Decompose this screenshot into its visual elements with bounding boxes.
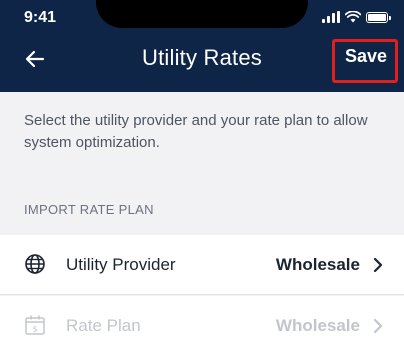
chevron-right-icon [373, 257, 383, 273]
svg-text:$: $ [32, 325, 37, 334]
signal-icon [322, 11, 340, 23]
section-label: IMPORT RATE PLAN [24, 202, 154, 217]
utility-provider-label: Utility Provider [66, 254, 176, 274]
utility-provider-value: Wholesale [275, 254, 360, 274]
utility-provider-row[interactable]: Utility Provider Wholesale [0, 235, 404, 295]
app-header: 9:41 Utility Rates Save [0, 0, 404, 92]
calendar-dollar-icon: $ [25, 315, 45, 335]
chevron-right-icon [373, 318, 383, 334]
device-notch [96, 0, 308, 28]
battery-icon [366, 11, 391, 23]
globe-icon [25, 254, 45, 274]
rate-plan-label: Rate Plan [66, 316, 141, 335]
save-button[interactable]: Save [345, 46, 387, 67]
status-time: 9:41 [24, 9, 57, 26]
description-text: Select the utility provider and your rat… [24, 112, 368, 151]
rate-plan-row[interactable]: $ Rate Plan Wholesale [0, 296, 404, 356]
status-icons [322, 11, 391, 23]
wifi-icon [345, 11, 361, 23]
rate-plan-value: Wholesale [275, 316, 360, 335]
